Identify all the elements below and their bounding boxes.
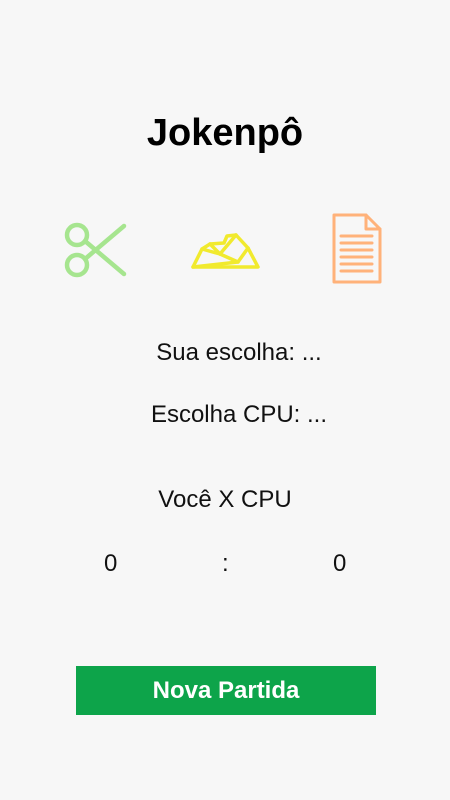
page-title: Jokenpô [146,112,304,154]
scissors-choice[interactable] [62,216,128,282]
score-separator: : [222,550,229,577]
paper-choice[interactable] [328,212,384,286]
paper-icon [332,213,382,284]
player-score: 0 [104,550,118,577]
cpu-choice-row: Escolha CPU: ... [0,401,450,429]
new-game-button[interactable]: Nova Partida [76,666,376,715]
versus-label: Você X CPU [158,486,292,513]
cpu-score: 0 [333,550,347,577]
cpu-choice-value: ... [307,401,328,428]
your-choice-row: Sua escolha: ... [0,339,450,367]
cpu-choice-label: Escolha CPU: [150,401,301,428]
rock-icon [191,233,260,269]
app-screen: Jokenpô Sua escolha: ... Escolha CPU: ..… [0,0,450,800]
your-choice-value: ... [301,339,322,366]
your-choice-label: Sua escolha: [156,339,296,366]
scissors-icon [64,222,127,278]
rock-choice[interactable] [190,226,262,270]
